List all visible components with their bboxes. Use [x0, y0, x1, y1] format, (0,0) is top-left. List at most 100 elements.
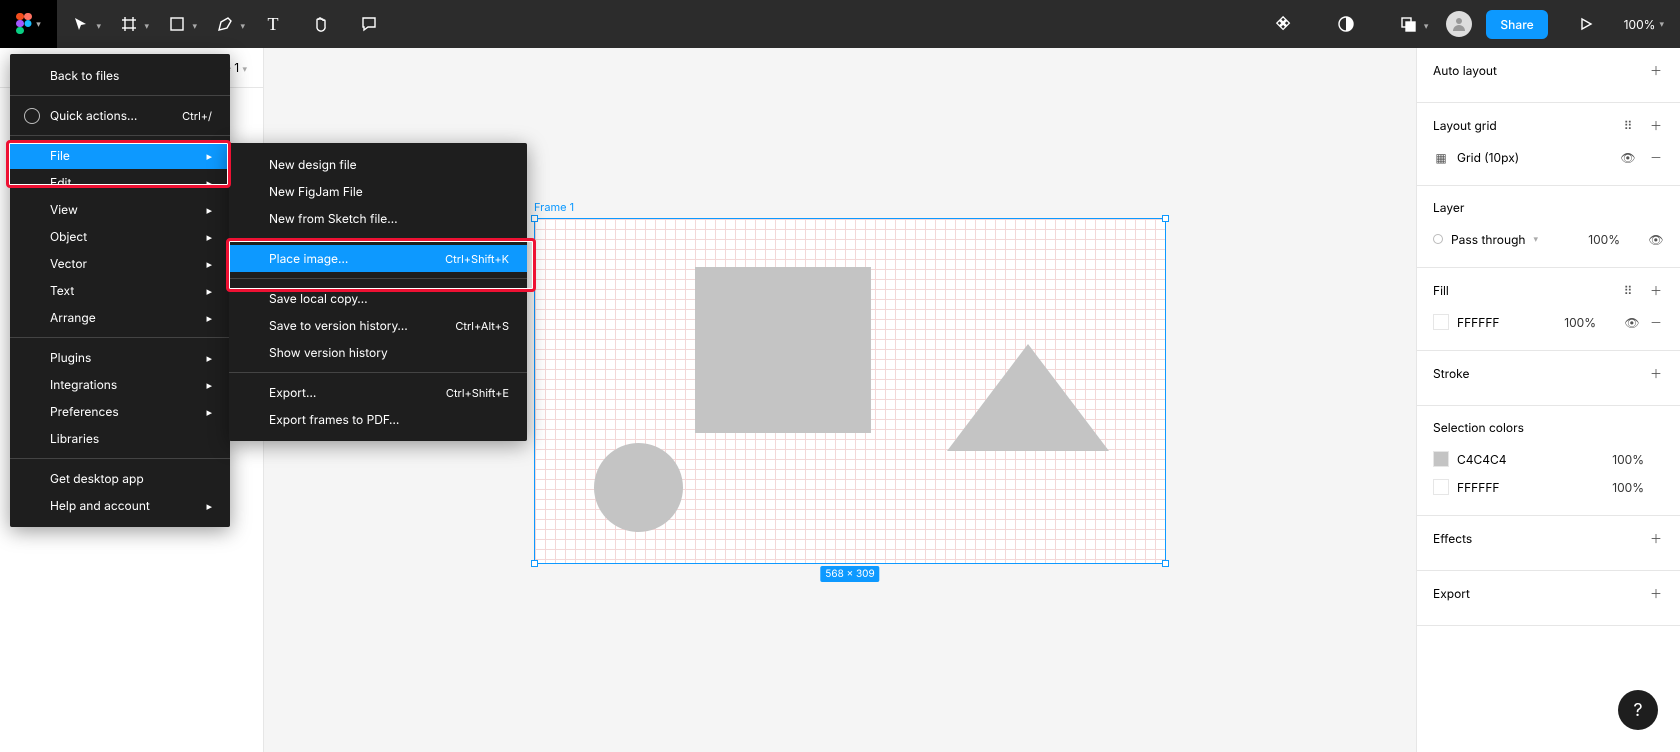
- mask-icon[interactable]: [1322, 0, 1370, 48]
- menu-save-local[interactable]: Save local copy…: [229, 285, 527, 312]
- avatar[interactable]: [1446, 11, 1472, 37]
- resize-handle[interactable]: [531, 215, 538, 222]
- chevron-right-icon: ▸: [206, 149, 212, 163]
- menu-text[interactable]: Text▸: [10, 277, 230, 304]
- polygon-shape[interactable]: [947, 344, 1109, 451]
- menu-back-to-files[interactable]: Back to files: [10, 62, 230, 89]
- sel-swatch[interactable]: [1433, 479, 1449, 495]
- menu-new-figjam[interactable]: New FigJam File: [229, 178, 527, 205]
- boolean-icon[interactable]: ▾: [1384, 0, 1432, 48]
- resize-handle[interactable]: [1162, 560, 1169, 567]
- comment-icon: [360, 15, 378, 33]
- help-button[interactable]: ?: [1618, 690, 1658, 730]
- menu-object[interactable]: Object▸: [10, 223, 230, 250]
- menu-help[interactable]: Help and account▸: [10, 492, 230, 519]
- section-auto-layout: Auto layout: [1433, 63, 1497, 78]
- grid-icon[interactable]: ▦: [1433, 149, 1449, 165]
- menu-show-history[interactable]: Show version history: [229, 339, 527, 366]
- rectangle-shape[interactable]: [695, 267, 871, 433]
- menu-view[interactable]: View▸: [10, 196, 230, 223]
- hand-icon: [312, 15, 330, 33]
- hand-tool[interactable]: [297, 0, 345, 48]
- section-layer: Layer: [1433, 200, 1464, 215]
- blend-icon: [1433, 234, 1443, 244]
- chevron-down-icon: ▾: [36, 19, 41, 30]
- menu-file[interactable]: File▸: [10, 142, 230, 169]
- rectangle-icon: [169, 16, 185, 32]
- resize-handle[interactable]: [531, 560, 538, 567]
- frame-tool[interactable]: ▾: [105, 0, 153, 48]
- menu-save-version[interactable]: Save to version history…Ctrl+Alt+S: [229, 312, 527, 339]
- move-tool[interactable]: ▾: [57, 0, 105, 48]
- section-selection-colors: Selection colors: [1433, 420, 1524, 435]
- fill-hex[interactable]: FFFFFF: [1457, 315, 1500, 330]
- components-icon[interactable]: [1260, 0, 1308, 48]
- top-toolbar: ▾ ▾ ▾ ▾ ▾ T ▾ S: [0, 0, 1680, 48]
- eye-icon[interactable]: 👁: [1648, 231, 1664, 247]
- user-icon: [1451, 16, 1467, 32]
- add-icon[interactable]: ＋: [1648, 530, 1664, 546]
- text-tool[interactable]: T: [249, 0, 297, 48]
- shape-tool[interactable]: ▾: [153, 0, 201, 48]
- help-icon: ?: [1633, 700, 1642, 721]
- dimensions-badge: 568 × 309: [820, 566, 879, 582]
- grid-label[interactable]: Grid (10px): [1457, 150, 1519, 165]
- resize-handle[interactable]: [1162, 215, 1169, 222]
- menu-new-sketch[interactable]: New from Sketch file…: [229, 205, 527, 232]
- menu-quick-actions[interactable]: Quick actions…Ctrl+/: [10, 102, 230, 129]
- sel-hex[interactable]: C4C4C4: [1457, 452, 1507, 467]
- blend-mode[interactable]: Pass through: [1451, 232, 1526, 247]
- section-layout-grid: Layout grid: [1433, 118, 1497, 133]
- minus-icon[interactable]: －: [1648, 314, 1664, 330]
- sel-pct[interactable]: 100%: [1612, 452, 1644, 467]
- frame-label[interactable]: Frame 1: [534, 200, 574, 214]
- menu-vector[interactable]: Vector▸: [10, 250, 230, 277]
- text-icon: T: [268, 14, 279, 35]
- menu-place-image[interactable]: Place image…Ctrl+Shift+K: [229, 245, 527, 272]
- pen-icon: [216, 15, 234, 33]
- styles-icon[interactable]: ⠿: [1620, 282, 1636, 298]
- section-export: Export: [1433, 586, 1470, 601]
- fill-opacity[interactable]: 100%: [1564, 315, 1596, 330]
- contrast-icon: [1337, 15, 1355, 33]
- play-icon: [1579, 17, 1593, 31]
- grid-styles-icon[interactable]: ⠿: [1620, 117, 1636, 133]
- menu-export-pdf[interactable]: Export frames to PDF…: [229, 406, 527, 433]
- menu-new-design[interactable]: New design file: [229, 151, 527, 178]
- share-button[interactable]: Share: [1486, 10, 1547, 39]
- section-stroke: Stroke: [1433, 366, 1469, 381]
- menu-edit[interactable]: Edit▸: [10, 169, 230, 196]
- properties-panel: Auto layout ＋ Layout grid ⠿ ＋ ▦ Grid (10px…: [1416, 48, 1680, 752]
- fill-swatch[interactable]: [1433, 314, 1449, 330]
- ellipse-shape[interactable]: [594, 443, 683, 532]
- frame-icon: [121, 16, 137, 32]
- add-icon[interactable]: ＋: [1648, 62, 1664, 78]
- main-menu-button[interactable]: ▾: [0, 0, 57, 48]
- opacity-value[interactable]: 100%: [1588, 232, 1620, 247]
- menu-arrange[interactable]: Arrange▸: [10, 304, 230, 331]
- menu-integrations[interactable]: Integrations▸: [10, 371, 230, 398]
- sel-pct[interactable]: 100%: [1612, 480, 1644, 495]
- frame-1[interactable]: [534, 218, 1166, 564]
- sel-hex[interactable]: FFFFFF: [1457, 480, 1500, 495]
- main-menu: Back to files Quick actions…Ctrl+/ File▸…: [10, 54, 230, 527]
- add-icon[interactable]: ＋: [1648, 282, 1664, 298]
- menu-export[interactable]: Export…Ctrl+Shift+E: [229, 379, 527, 406]
- pen-tool[interactable]: ▾: [201, 0, 249, 48]
- menu-preferences[interactable]: Preferences▸: [10, 398, 230, 425]
- section-effects: Effects: [1433, 531, 1472, 546]
- minus-icon[interactable]: －: [1648, 149, 1664, 165]
- comment-tool[interactable]: [345, 0, 393, 48]
- menu-libraries[interactable]: Libraries: [10, 425, 230, 452]
- menu-get-desktop[interactable]: Get desktop app: [10, 465, 230, 492]
- file-submenu: New design file New FigJam File New from…: [229, 143, 527, 441]
- menu-plugins[interactable]: Plugins▸: [10, 344, 230, 371]
- add-icon[interactable]: ＋: [1648, 585, 1664, 601]
- eye-icon[interactable]: 👁: [1624, 314, 1640, 330]
- add-icon[interactable]: ＋: [1648, 117, 1664, 133]
- present-button[interactable]: [1562, 0, 1610, 48]
- add-icon[interactable]: ＋: [1648, 365, 1664, 381]
- eye-icon[interactable]: 👁: [1620, 149, 1636, 165]
- zoom-level[interactable]: 100%▾: [1624, 17, 1664, 32]
- sel-swatch[interactable]: [1433, 451, 1449, 467]
